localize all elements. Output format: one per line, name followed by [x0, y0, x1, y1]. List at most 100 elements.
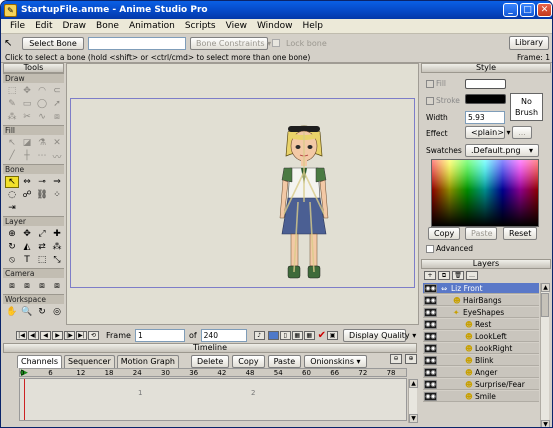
zoom-workspace-icon[interactable]: 🔍 — [20, 306, 34, 318]
play-reverse-icon[interactable]: ◀ — [40, 330, 51, 340]
layers-scrollbar[interactable]: ▲ ▼ — [540, 283, 550, 427]
layer-visibility-icon[interactable]: ◉◉ — [424, 332, 437, 341]
checkerboard-icon[interactable]: ▣ — [327, 330, 339, 340]
timeline-track[interactable]: 12 — [19, 378, 407, 421]
layer-visibility-icon[interactable]: ◉◉ — [424, 308, 437, 317]
layer-visibility-icon[interactable]: ◉◉ — [424, 356, 437, 365]
menu-scripts[interactable]: Scripts — [180, 21, 221, 31]
eyedropper-icon[interactable]: ⦸ — [5, 254, 19, 266]
scroll-down-icon[interactable]: ▼ — [541, 420, 550, 427]
style-copy-button[interactable]: Copy — [428, 227, 460, 240]
set-origin-icon[interactable]: ⊕ — [5, 228, 19, 240]
layer-row[interactable]: ◉◉ ☻ Anger — [423, 367, 539, 378]
menu-bone[interactable]: Bone — [91, 21, 124, 31]
rectangle-icon[interactable]: ▭ — [20, 98, 34, 110]
layer-row[interactable]: ◉◉ ☻ Blink — [423, 355, 539, 366]
pan-tilt-camera-icon[interactable]: ⧈ — [50, 280, 64, 292]
menu-window[interactable]: Window — [252, 21, 298, 31]
track-camera-icon[interactable]: ⧈ — [5, 280, 19, 292]
insert-text-icon[interactable]: T — [20, 254, 34, 266]
manipulate-bones-icon[interactable]: ☍ — [20, 189, 34, 201]
roll-camera-icon[interactable]: ⧈ — [35, 280, 49, 292]
play-icon[interactable]: ▶ — [52, 330, 63, 340]
timeline-ruler[interactable]: ▶ 0 6 12 18 24 30 36 42 48 54 60 66 72 78 — [19, 368, 407, 378]
hide-edge-icon[interactable]: ┼ — [20, 150, 34, 162]
shear-layer-icon[interactable]: ◭ — [20, 241, 34, 253]
select-shape-icon[interactable]: ↖ — [5, 137, 19, 149]
timeline-paste-button[interactable]: Paste — [267, 355, 302, 368]
layer-row[interactable]: ◉◉ ⇔ Liz Front — [423, 283, 539, 294]
timeline-scroll-up-icon[interactable]: ▲ — [409, 379, 418, 388]
select-points-icon[interactable]: ⬚ — [35, 254, 49, 266]
delete-shape-icon[interactable]: ✕ — [50, 137, 64, 149]
brush-preview[interactable]: No Brush — [510, 93, 543, 121]
rewind-icon[interactable]: |◀ — [16, 330, 27, 340]
menu-animation[interactable]: Animation — [124, 21, 180, 31]
layer-row[interactable]: ◉◉ ☻ Surprise/Fear — [423, 379, 539, 390]
fast-forward-icon[interactable]: ▶| — [76, 330, 87, 340]
layer-visibility-icon[interactable]: ◉◉ — [424, 344, 437, 353]
oval-icon[interactable]: ◯ — [35, 98, 49, 110]
reparent-bone-icon[interactable]: ⇒ — [50, 176, 64, 188]
menu-view[interactable]: View — [221, 21, 252, 31]
rotate-layer-icon[interactable]: ✚ — [50, 228, 64, 240]
total-frames-field[interactable]: 240 — [200, 328, 247, 342]
arrow-icon[interactable]: ➚ — [50, 98, 64, 110]
timeline-scrollbar[interactable]: ▲ ▼ — [408, 379, 418, 423]
bone-strength-icon[interactable]: ◌ — [5, 189, 19, 201]
layer-row[interactable]: ◉◉ ☻ LookLeft — [423, 331, 539, 342]
menu-draw[interactable]: Draw — [58, 21, 92, 31]
lock-bone-checkbox[interactable] — [272, 39, 280, 47]
timeline-scroll-down-icon[interactable]: ▼ — [409, 414, 418, 423]
stroke-exposure-icon[interactable]: ⋯ — [35, 150, 49, 162]
layer-visibility-icon[interactable]: ◉◉ — [424, 320, 437, 329]
step-back-icon[interactable]: ◀| — [28, 330, 39, 340]
scatter-icon[interactable]: ⁂ — [5, 111, 19, 123]
fill-checkbox[interactable] — [426, 80, 434, 88]
bind-points-icon[interactable]: ⁘ — [50, 189, 64, 201]
select-bone-button[interactable]: Select Bone — [22, 36, 84, 50]
stroke-color-swatch[interactable] — [465, 94, 506, 104]
orbit-workspace-icon[interactable]: ◎ — [50, 306, 64, 318]
perspective-icon[interactable]: ⧈ — [50, 111, 64, 123]
timeline-onionskins-button[interactable]: Onionskins ▾ — [304, 355, 367, 368]
bone-constraints-button[interactable]: Bone Constraints ▾ — [190, 36, 271, 50]
paint-bucket-icon[interactable]: ⚗ — [35, 137, 49, 149]
fill-color-swatch[interactable] — [465, 79, 506, 89]
layer-row[interactable]: ◉◉ ☻ LookRight — [423, 343, 539, 354]
render-check-icon[interactable]: ✔ — [318, 330, 326, 341]
loop-icon[interactable]: ⟲ — [88, 330, 99, 340]
step-forward-icon[interactable]: |▶ — [64, 330, 75, 340]
layer-row[interactable]: ◉◉ ☻ Rest — [423, 319, 539, 330]
curve-profile-icon[interactable]: 〰 — [50, 150, 64, 163]
rotate-xy-icon[interactable]: ↻ — [5, 241, 19, 253]
layer-visibility-icon[interactable]: ◉◉ — [424, 392, 437, 401]
advanced-checkbox[interactable] — [426, 245, 434, 253]
view-four-icon[interactable]: ▦ — [303, 330, 315, 340]
switch-layer-icon[interactable]: ⇄ — [35, 241, 49, 253]
layer-row[interactable]: ◉◉ ☻ HairBangs — [423, 295, 539, 306]
line-width-icon[interactable]: ╱ — [5, 150, 19, 162]
scroll-up-icon[interactable]: ▲ — [541, 283, 550, 292]
particle-icon[interactable]: ⁂ — [50, 241, 64, 253]
close-button[interactable]: ✕ — [537, 3, 552, 17]
display-quality-dropdown[interactable]: Display Quality ▾ — [343, 328, 416, 342]
effect-settings-button[interactable]: ... — [512, 126, 532, 139]
bone-name-field[interactable] — [88, 36, 186, 50]
zoom-in-timeline-icon[interactable]: ⊕ — [405, 354, 417, 364]
select-bone-icon[interactable]: ↖ — [5, 176, 19, 188]
create-shape-icon[interactable]: ◪ — [20, 137, 34, 149]
tab-channels[interactable]: Channels — [17, 355, 63, 368]
minimize-button[interactable]: _ — [503, 3, 518, 17]
layer-row[interactable]: ◉◉ ✦ EyeShapes — [423, 307, 539, 318]
rotate-workspace-icon[interactable]: ↻ — [35, 306, 49, 318]
add-point-icon[interactable]: ⬚ — [5, 85, 19, 97]
maximize-button[interactable]: □ — [520, 3, 535, 17]
delete-edge-icon[interactable]: ✂ — [20, 111, 34, 123]
view-single-icon[interactable] — [267, 330, 279, 340]
view-quad-icon[interactable]: ▦ — [291, 330, 303, 340]
layer-row[interactable]: ◉◉ ☻ Smile — [423, 391, 539, 402]
style-paste-button[interactable]: Paste — [465, 227, 497, 240]
audio-icon[interactable]: ♪ — [253, 330, 265, 340]
view-split-icon[interactable]: ▯ — [279, 330, 291, 340]
